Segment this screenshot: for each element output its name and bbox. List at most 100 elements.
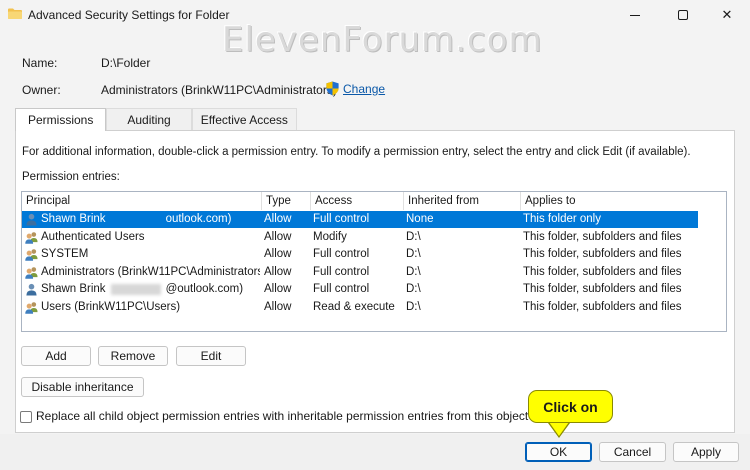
name-value: D:\Folder — [101, 56, 151, 70]
tab-auditing[interactable]: Auditing — [106, 108, 192, 130]
column-type[interactable]: Type — [262, 192, 311, 210]
column-principal[interactable]: Principal — [22, 192, 262, 210]
tab-bar: Permissions Auditing Effective Access — [15, 108, 297, 131]
type-cell: Allow — [264, 213, 292, 225]
ok-button[interactable]: OK — [525, 442, 592, 462]
permission-entry-row[interactable]: Authenticated Users Allow Modify D:\ This fo… — [22, 229, 698, 246]
window-title: Advanced Security Settings for Folder — [28, 8, 230, 22]
applies-to-cell: This folder, subfolders and files — [523, 301, 682, 313]
principal-text: Shawn Brink — [41, 213, 106, 225]
cancel-button[interactable]: Cancel — [599, 442, 666, 462]
permission-entries-label: Permission entries: — [22, 171, 120, 183]
column-access[interactable]: Access — [311, 192, 404, 210]
principal-cell: Authenticated Users — [22, 229, 260, 246]
close-button[interactable]: ✕ — [704, 0, 750, 30]
inherited-cell: D:\ — [406, 265, 421, 278]
list-header: Principal Type Access Inherited from App… — [22, 192, 726, 210]
remove-label: Remove — [110, 349, 156, 363]
tab-permissions[interactable]: Permissions — [15, 108, 107, 131]
group-icon — [25, 231, 38, 244]
watermark: ElevenForum.com — [222, 20, 543, 60]
owner-label: Owner: — [22, 83, 61, 97]
add-label: Add — [45, 349, 67, 363]
change-label: Change — [343, 81, 386, 96]
add-button[interactable]: Add — [21, 346, 91, 366]
applies-to-cell: This folder, subfolders and files — [523, 265, 682, 278]
tab-label: Auditing — [127, 112, 171, 127]
callout-tail — [549, 422, 569, 436]
replace-child-permissions-label: Replace all child object permission entr… — [36, 409, 529, 423]
owner-value: Administrators (BrinkW11PC\Administrator… — [101, 83, 337, 97]
minimize-icon — [630, 14, 640, 16]
principal-cell: SYSTEM — [22, 246, 260, 263]
access-cell: Full control — [313, 213, 370, 225]
type-cell: Allow — [264, 301, 292, 313]
replace-child-permissions-checkbox[interactable] — [20, 411, 32, 423]
principal-text: Authenticated Users — [41, 230, 145, 243]
click-on-callout: Click on — [528, 390, 613, 423]
user-icon — [26, 213, 37, 226]
disable-inheritance-button[interactable]: Disable inheritance — [21, 377, 144, 397]
tab-effective-access[interactable]: Effective Access — [191, 108, 297, 130]
apply-label: Apply — [690, 445, 722, 459]
folder-icon — [8, 8, 22, 19]
principal-text: Users (BrinkW11PC\Users) — [41, 301, 181, 313]
group-icon — [25, 267, 38, 279]
ok-label: OK — [549, 445, 568, 459]
edit-button[interactable]: Edit — [176, 346, 246, 366]
permissions-panel: For additional information, double-click… — [15, 130, 735, 433]
principal-text: Administrators (BrinkW11PC\Administrator… — [41, 265, 260, 278]
permission-entry-row[interactable]: Shawn Brink @outlook.com) Allow Full contro… — [22, 281, 698, 298]
remove-button[interactable]: Remove — [98, 346, 168, 366]
principal-cell: Shawn Brink outlook.com) — [22, 211, 260, 228]
type-cell: Allow — [264, 230, 292, 243]
applies-to-cell: This folder, subfolders and files — [523, 283, 682, 296]
redacted-email — [110, 214, 161, 225]
permission-entries-list[interactable]: Principal Type Access Inherited from App… — [21, 191, 727, 332]
access-cell: Full control — [313, 283, 370, 296]
principal-text: SYSTEM — [41, 248, 89, 261]
principal-cell: Shawn Brink @outlook.com) — [22, 281, 260, 298]
apply-button[interactable]: Apply — [673, 442, 739, 462]
column-inherited-from[interactable]: Inherited from — [404, 192, 521, 210]
close-icon: ✕ — [721, 7, 733, 22]
principal-suffix: outlook.com) — [165, 213, 232, 225]
maximize-icon — [678, 10, 688, 20]
type-cell: Allow — [264, 248, 292, 261]
access-cell: Modify — [313, 230, 347, 243]
info-note: For additional information, double-click… — [22, 146, 691, 158]
access-cell: Full control — [313, 248, 370, 261]
inherited-cell: D:\ — [406, 248, 421, 261]
cancel-label: Cancel — [613, 445, 652, 459]
permission-entry-row[interactable]: Shawn Brink outlook.com) Allow Full control… — [22, 211, 698, 228]
inherited-cell: None — [406, 213, 434, 225]
applies-to-cell: This folder, subfolders and files — [523, 230, 682, 243]
permission-entry-row[interactable]: SYSTEM Allow Full control D:\ This folder, s… — [22, 246, 698, 263]
column-applies-to[interactable]: Applies to — [521, 192, 726, 210]
redacted-email — [110, 284, 161, 296]
group-icon — [25, 302, 38, 314]
access-cell: Read & execute — [313, 301, 395, 313]
tab-label: Effective Access — [200, 112, 288, 127]
inherited-cell: D:\ — [406, 301, 421, 313]
maximize-button[interactable] — [660, 0, 706, 30]
principal-cell: Administrators (BrinkW11PC\Administrator… — [22, 264, 260, 281]
principal-suffix: @outlook.com) — [165, 283, 244, 296]
applies-to-cell: This folder only — [523, 213, 601, 225]
permission-entry-row[interactable]: Users (BrinkW11PC\Users) Allow Read & exec… — [22, 299, 698, 316]
disable-inheritance-label: Disable inheritance — [31, 380, 134, 394]
access-cell: Full control — [313, 265, 370, 278]
type-cell: Allow — [264, 283, 292, 296]
inherited-cell: D:\ — [406, 283, 421, 296]
applies-to-cell: This folder, subfolders and files — [523, 248, 682, 261]
change-owner-link[interactable]: Change — [325, 81, 385, 96]
permission-entry-row[interactable]: Administrators (BrinkW11PC\Administrator… — [22, 264, 698, 281]
inherited-cell: D:\ — [406, 230, 421, 243]
type-cell: Allow — [264, 265, 292, 278]
group-icon — [25, 249, 38, 261]
minimize-button[interactable] — [612, 0, 658, 30]
uac-shield-icon — [326, 81, 339, 96]
principal-cell: Users (BrinkW11PC\Users) — [22, 299, 260, 316]
principal-text: Shawn Brink — [41, 283, 106, 296]
tab-label: Permissions — [28, 113, 94, 127]
